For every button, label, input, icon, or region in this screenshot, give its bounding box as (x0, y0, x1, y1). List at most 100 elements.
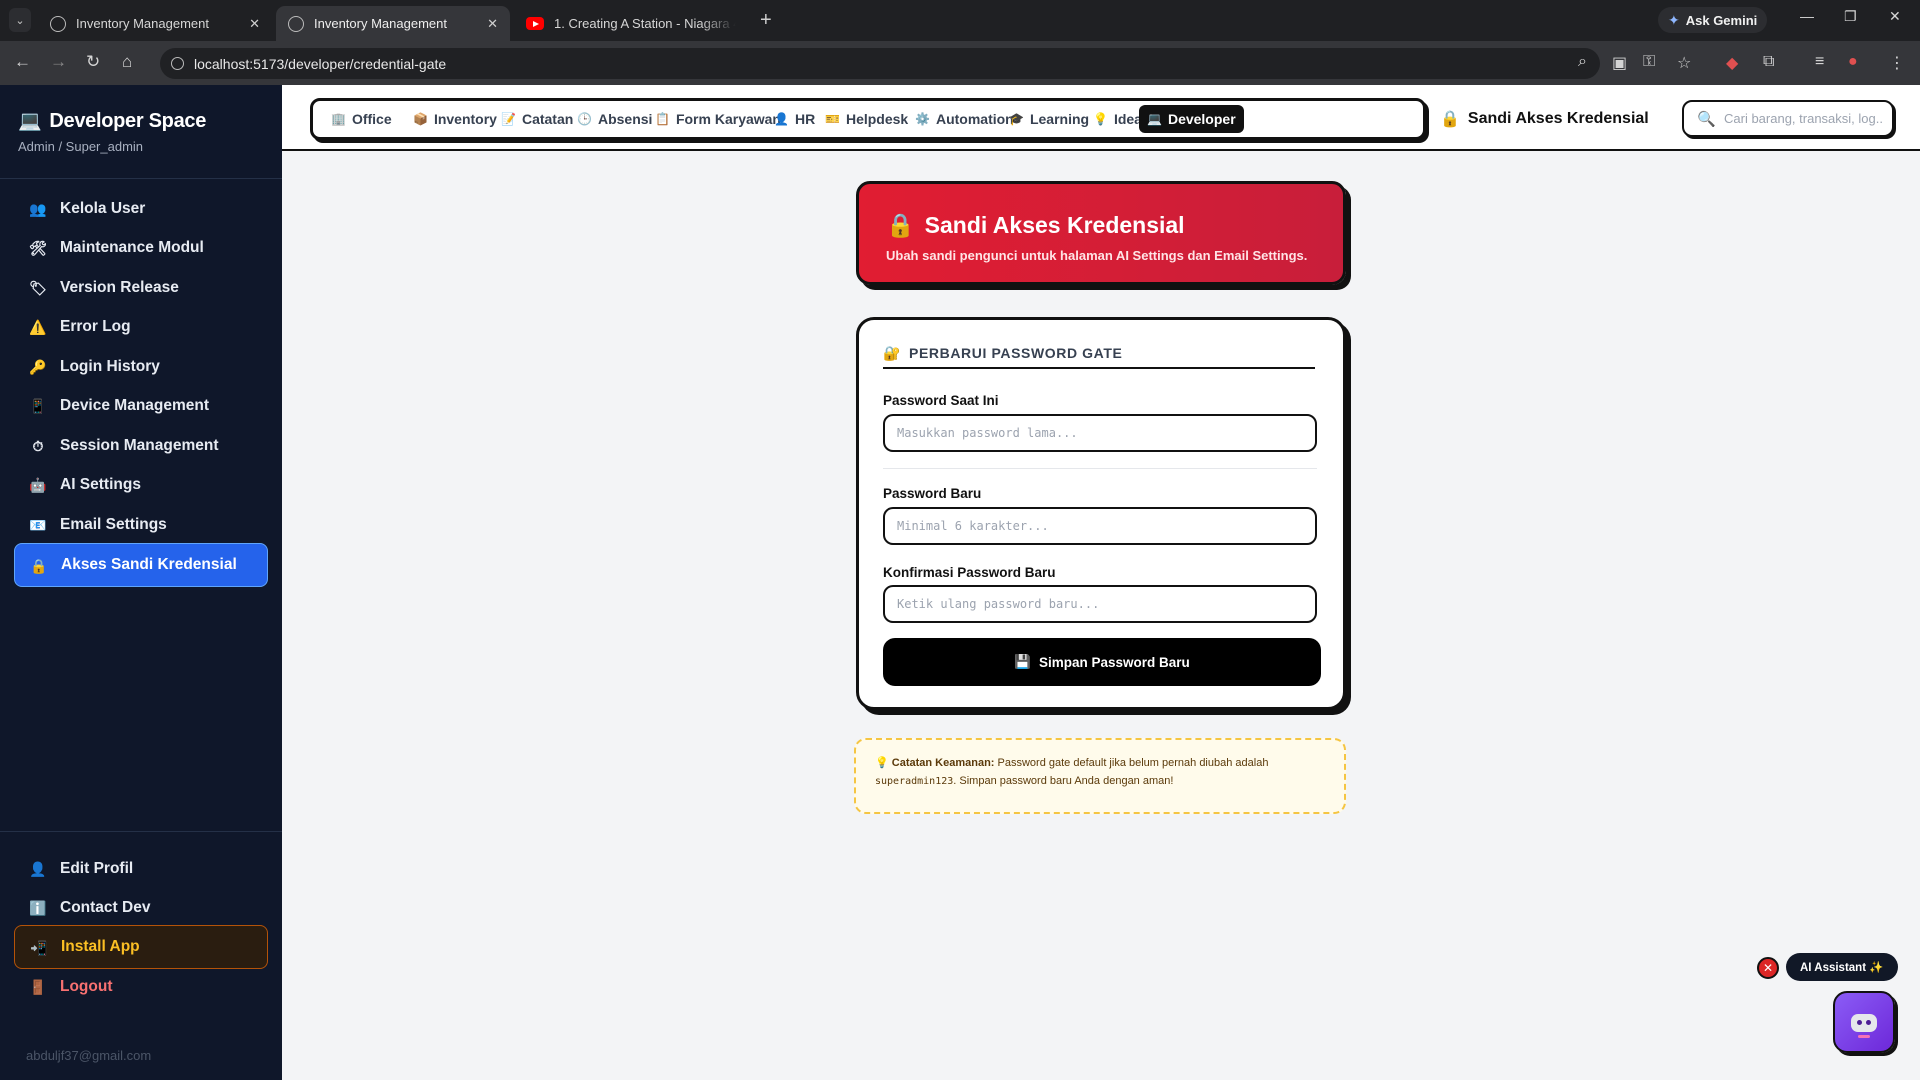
forward-icon[interactable]: → (50, 52, 67, 72)
sidebar-item-device-management[interactable]: 📱 Device Management (14, 384, 268, 428)
search-input[interactable] (1724, 111, 1884, 126)
close-icon: ✕ (1762, 961, 1774, 975)
bookmark-star-icon[interactable]: ☆ (1677, 53, 1691, 73)
module-tab-inventory[interactable]: 📦 Inventory (405, 105, 505, 133)
browser-tab-1[interactable]: Inventory Management ✕ (38, 6, 272, 41)
close-window-icon[interactable]: ✕ (1889, 8, 1901, 25)
sidebar-item-contact-dev[interactable]: ℹ️ Contact Dev (14, 886, 268, 930)
ask-gemini-button[interactable]: ✦ Ask Gemini (1658, 7, 1768, 33)
sidebar-item-label: Email Settings (60, 516, 167, 533)
robot-face-icon (1851, 1014, 1877, 1032)
form-heading: 🔐 PERBARUI PASSWORD GATE (883, 345, 1315, 369)
address-bar[interactable]: localhost:5173/developer/credential-gate (160, 48, 1600, 79)
person-icon: 👤 (774, 112, 789, 126)
new-tab-button[interactable]: + (760, 9, 772, 32)
sidebar-item-login-history[interactable]: 🔑 Login History (14, 345, 268, 389)
logout-button[interactable]: 🚪 Logout (14, 965, 268, 1009)
sidebar-item-ai-settings[interactable]: 🤖 AI Settings (14, 463, 268, 507)
close-assistant-button[interactable]: ✕ (1757, 957, 1779, 979)
module-label: Office (351, 111, 392, 127)
sidebar-role: Admin / Super_admin (18, 139, 144, 154)
padlock-key-icon: 🔐 (883, 345, 902, 361)
sidebar-item-maintenance-modul[interactable]: 🛠 Maintenance Modul (14, 226, 268, 270)
reload-icon[interactable]: ↻ (86, 52, 100, 72)
module-label: Developer (1167, 111, 1236, 127)
module-tab-office[interactable]: 🏢 Office (323, 105, 400, 133)
ask-gemini-label: Ask Gemini (1685, 12, 1758, 28)
module-label: Learning (1029, 111, 1090, 127)
gear-icon: ⚙️ (915, 112, 930, 126)
tag-icon: 🏷 (29, 279, 47, 296)
close-icon[interactable]: ✕ (249, 16, 260, 32)
robot-icon: 🤖 (29, 476, 47, 493)
module-label: Helpdesk (845, 111, 909, 127)
sidebar-item-label: Akses Sandi Kredensial (61, 556, 237, 573)
module-tab-helpdesk[interactable]: 🎫 Helpdesk (817, 105, 916, 133)
sidebar-item-error-log[interactable]: ⚠️ Error Log (14, 305, 268, 349)
security-note-text: Password gate default jika belum pernah … (997, 757, 1269, 769)
reading-list-icon[interactable]: ≡ (1815, 53, 1824, 71)
browser-tab-2[interactable]: Inventory Management ✕ (276, 6, 510, 41)
sidebar-item-label: Device Management (60, 397, 210, 414)
install-icon: 📲 (30, 939, 48, 956)
top-nav: 🏢 Office 📦 Inventory 📝 Catatan 🕒 Absensi 📋 Fo… (282, 85, 1920, 151)
module-label: Catatan (521, 111, 574, 127)
browser-menu-icon[interactable]: ⋮ (1889, 53, 1905, 73)
new-password-input[interactable] (883, 507, 1317, 545)
browser-tab-bar: ⌄ Inventory Management ✕ Inventory Manag… (0, 0, 1920, 41)
sidebar-item-session-management[interactable]: ⏱ Session Management (14, 424, 268, 468)
ai-assistant-label[interactable]: AI Assistant ✨ (1786, 953, 1898, 981)
back-icon[interactable]: ← (14, 52, 31, 72)
site-info-icon[interactable] (171, 57, 184, 70)
extensions-puzzle-icon[interactable]: ⧉ (1763, 53, 1774, 71)
restore-icon[interactable]: ❐ (1844, 8, 1857, 25)
person-icon: 👤 (29, 860, 47, 877)
chevron-down-icon: ⌄ (15, 14, 25, 27)
profile-avatar-icon[interactable]: ● (1848, 53, 1858, 71)
sidebar-item-akses-sandi-kredensial[interactable]: 🔒 Akses Sandi Kredensial (14, 543, 268, 587)
install-app-button[interactable]: 📲 Install App (14, 925, 268, 969)
close-icon[interactable]: ✕ (487, 16, 498, 32)
form-heading-text: PERBARUI PASSWORD GATE (909, 345, 1123, 361)
extension-shield-icon[interactable]: ◆ (1726, 53, 1738, 73)
module-label: HR (794, 111, 816, 127)
clipboard-icon: 📋 (655, 112, 670, 126)
browser-toolbar: ← → ↻ ⌂ localhost:5173/developer/credent… (0, 41, 1920, 85)
box-icon: 📦 (413, 112, 428, 126)
sidebar: 💻 Developer Space Admin / Super_admin 👥 … (0, 85, 282, 1080)
robot-mouth (1858, 1035, 1870, 1038)
confirm-password-input[interactable] (883, 585, 1317, 623)
home-icon[interactable]: ⌂ (122, 52, 132, 72)
current-password-input[interactable] (883, 414, 1317, 452)
sidebar-item-email-settings[interactable]: 📧 Email Settings (14, 503, 268, 547)
zoom-icon[interactable]: ⌕ (1578, 53, 1587, 71)
minimize-icon[interactable]: — (1800, 8, 1814, 24)
sidebar-item-label: Version Release (60, 279, 179, 296)
envelope-icon: 📧 (29, 516, 47, 533)
form-divider (883, 468, 1317, 469)
sidebar-item-kelola-user[interactable]: 👥 Kelola User (14, 187, 268, 231)
sidebar-item-label: Install App (61, 938, 140, 955)
module-tab-hr[interactable]: 👤 HR (766, 105, 823, 133)
module-tab-developer[interactable]: 💻 Developer (1139, 105, 1244, 133)
ai-assistant-button[interactable] (1833, 991, 1895, 1053)
bulb-icon: 💡 (1093, 112, 1108, 126)
module-tab-learning[interactable]: 🎓 Learning (1001, 105, 1097, 133)
grad-cap-icon: 🎓 (1009, 112, 1024, 126)
sidebar-title: Developer Space (49, 109, 207, 132)
password-key-icon[interactable]: ⚿ (1643, 53, 1655, 71)
memo-icon: 📝 (501, 112, 516, 126)
tab-search-button[interactable]: ⌄ (9, 8, 31, 32)
global-search[interactable]: 🔍 (1682, 100, 1894, 137)
confirm-password-label: Konfirmasi Password Baru (883, 565, 1056, 580)
search-icon: 🔍 (1697, 111, 1716, 128)
page-title-text: Sandi Akses Kredensial (924, 212, 1185, 238)
browser-tab-3[interactable]: 1. Creating A Station - Niagara 4 (514, 6, 748, 41)
url-text: localhost:5173/developer/credential-gate (194, 55, 447, 72)
logout-door-icon: 🚪 (29, 978, 47, 995)
sidebar-item-label: Edit Profil (60, 860, 134, 877)
save-password-button[interactable]: 💾 Simpan Password Baru (883, 638, 1321, 686)
sidebar-item-edit-profil[interactable]: 👤 Edit Profil (14, 847, 268, 891)
install-page-icon[interactable]: ▣ (1612, 53, 1627, 73)
sidebar-item-version-release[interactable]: 🏷 Version Release (14, 266, 268, 310)
